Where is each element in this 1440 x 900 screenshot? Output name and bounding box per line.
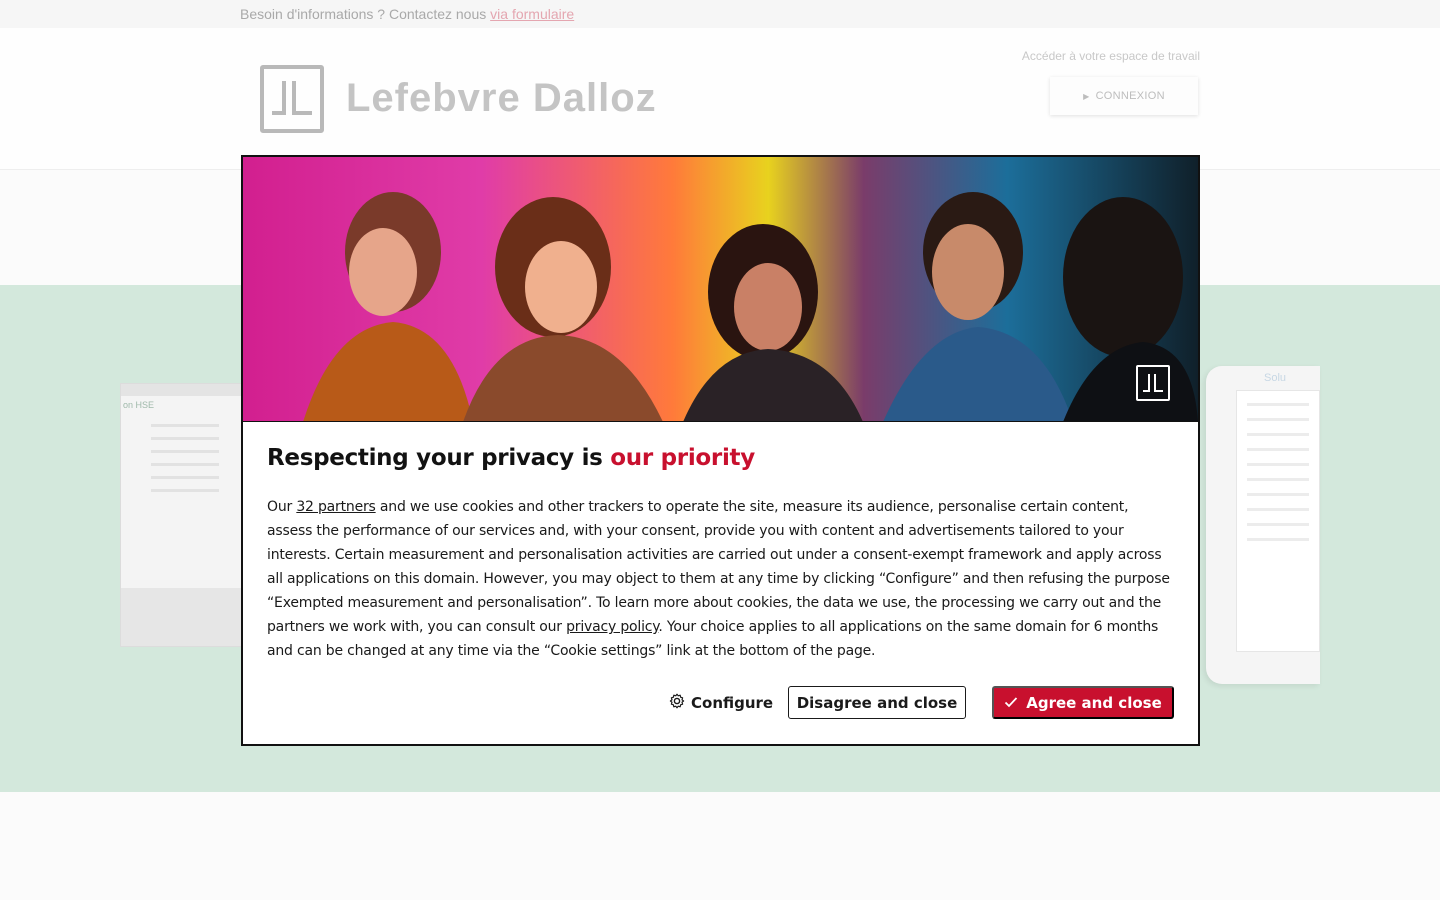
- check-icon: [1004, 694, 1018, 712]
- agree-and-close-button[interactable]: Agree and close: [992, 686, 1174, 719]
- brand-logo-icon[interactable]: [260, 65, 324, 133]
- disagree-label: Disagree and close: [796, 693, 958, 712]
- laptop-screen-bar: [121, 384, 249, 396]
- connexion-label: CONNEXION: [1095, 90, 1165, 102]
- configure-button[interactable]: Configure: [669, 687, 773, 719]
- cookie-consent-dialog: Respecting your privacy is our priority …: [241, 155, 1200, 746]
- laptop-keyboard: [121, 588, 251, 646]
- play-arrow-icon: ▶: [1083, 91, 1090, 101]
- dialog-title: Respecting your privacy is our priority: [267, 445, 755, 471]
- top-info-bar: Besoin d'informations ? Contactez nous v…: [0, 0, 1440, 28]
- partners-link[interactable]: 32 partners: [296, 499, 376, 515]
- dialog-title-main: Respecting your privacy is: [267, 445, 603, 471]
- tablet-screen: [1236, 390, 1320, 652]
- disagree-and-close-button[interactable]: Disagree and close: [788, 686, 966, 719]
- connexion-button[interactable]: ▶ CONNEXION: [1050, 77, 1198, 115]
- tablet-screen-title: Solu: [1264, 372, 1287, 384]
- laptop-screen-title: on HSE: [123, 400, 155, 410]
- gear-icon: [669, 693, 685, 713]
- body-text-middle: and we use cookies and other trackers to…: [267, 499, 1170, 635]
- site-header: Lefebvre Dalloz Accéder à votre espace d…: [0, 28, 1440, 170]
- dialog-body-text: Our 32 partners and we use cookies and o…: [267, 495, 1177, 663]
- brand-logo-icon: [1136, 365, 1170, 401]
- body-text-start: Our: [267, 499, 293, 515]
- agree-label: Agree and close: [1026, 693, 1162, 712]
- contact-label: Besoin d'informations ? Contactez nous: [240, 6, 487, 22]
- contact-text: Besoin d'informations ? Contactez nous v…: [240, 6, 574, 22]
- contact-form-link[interactable]: via formulaire: [490, 6, 574, 22]
- tablet-mockup: Solu: [1206, 366, 1320, 684]
- dialog-title-accent: our priority: [610, 445, 755, 471]
- banner-photo: [243, 157, 1198, 422]
- configure-label: Configure: [691, 694, 774, 712]
- laptop-mockup: on HSE: [120, 383, 251, 647]
- privacy-policy-link[interactable]: privacy policy: [566, 619, 658, 635]
- workspace-label: Accéder à votre espace de travail: [1021, 49, 1200, 63]
- brand-name[interactable]: Lefebvre Dalloz: [346, 76, 657, 121]
